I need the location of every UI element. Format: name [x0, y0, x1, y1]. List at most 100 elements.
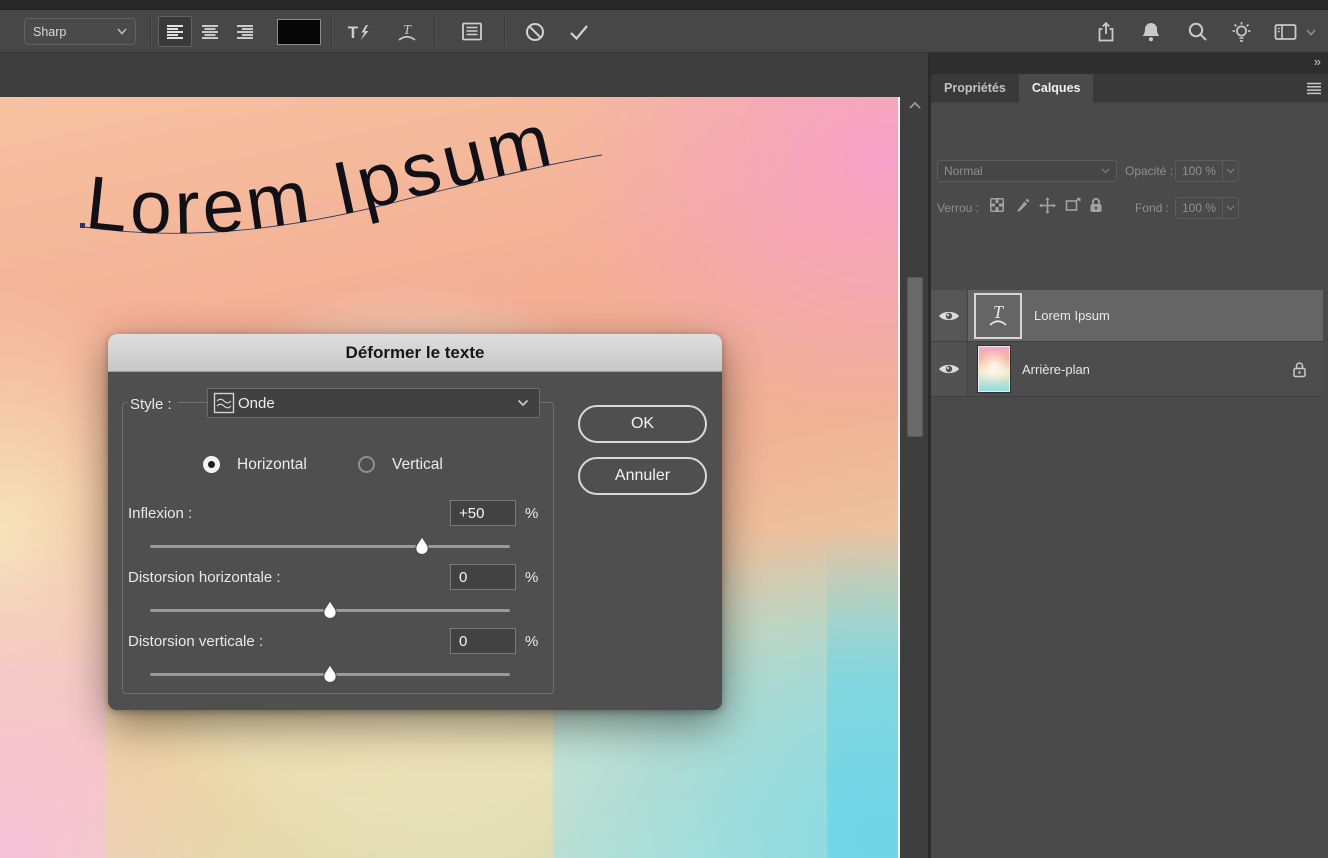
dialog-title: Déformer le texte — [108, 334, 722, 372]
svg-text:T: T — [993, 302, 1005, 322]
bend-slider-thumb[interactable] — [414, 536, 430, 555]
character-paragraph-panels-icon — [460, 21, 484, 42]
layer-name[interactable]: Lorem Ipsum — [1034, 308, 1110, 323]
wave-style-icon — [213, 392, 235, 414]
layer-visibility-cell[interactable] — [931, 290, 968, 341]
svg-text:T: T — [348, 23, 359, 42]
bend-label: Inflexion : — [128, 505, 192, 522]
warp-text-icon: T — [395, 21, 419, 43]
text-color-swatch[interactable] — [277, 19, 321, 45]
v-distortion-value-input[interactable]: 0 — [450, 628, 516, 654]
background-layer-thumbnail[interactable] — [978, 346, 1010, 392]
tool-options-bar: Sharp T T — [0, 10, 1328, 53]
lock-label: Verrou : — [937, 201, 979, 215]
warped-text-layer-icon: T — [982, 300, 1014, 332]
fill-control[interactable]: 100 % — [1175, 197, 1239, 219]
radio-horizontal-label[interactable]: Horizontal — [237, 456, 307, 474]
warp-text-button[interactable]: T — [388, 16, 426, 47]
cancel-icon — [524, 21, 546, 43]
canvas-warped-text: Lorem Ipsum — [72, 125, 617, 260]
expand-panels-icon[interactable]: » — [1314, 54, 1320, 69]
radio-vertical-label[interactable]: Vertical — [392, 456, 443, 474]
lock-position-icon[interactable] — [1039, 197, 1056, 214]
h-distortion-value-input[interactable]: 0 — [450, 564, 516, 590]
tab-calques[interactable]: Calques — [1019, 74, 1094, 103]
opacity-dropdown[interactable] — [1222, 161, 1238, 181]
window-titlebar-strip — [0, 0, 1328, 10]
v-distortion-slider[interactable] — [150, 673, 510, 676]
align-right-icon — [236, 24, 254, 39]
chevron-down-icon — [1226, 168, 1235, 174]
align-left-button[interactable] — [158, 16, 192, 47]
h-distortion-unit: % — [525, 569, 538, 586]
panel-menu-icon[interactable] — [1306, 82, 1322, 95]
style-value: Onde — [238, 395, 275, 412]
v-distortion-label: Distorsion verticale : — [128, 633, 263, 650]
toggle-panels-button[interactable] — [452, 16, 492, 47]
commit-edits-button[interactable] — [562, 16, 596, 47]
radio-vertical[interactable] — [358, 456, 375, 473]
svg-text:T: T — [403, 23, 412, 38]
chevron-down-icon[interactable] — [1306, 29, 1316, 36]
slider-thumb-icon — [322, 664, 338, 683]
lock-pixels-icon[interactable] — [1015, 197, 1031, 213]
layer-row-arriere-plan[interactable]: Arrière-plan — [931, 342, 1323, 397]
v-distortion-value: 0 — [459, 633, 467, 650]
vertical-scrollbar[interactable] — [902, 97, 928, 858]
fill-value: 100 % — [1176, 201, 1222, 215]
opacity-control[interactable]: 100 % — [1175, 160, 1239, 182]
layers-panel: Normal Opacité : 100 % Verrou : Fond : 1… — [931, 103, 1328, 858]
v-distortion-slider-thumb[interactable] — [322, 664, 338, 683]
discover-button[interactable] — [1224, 16, 1258, 47]
blend-mode-value: Normal — [944, 164, 983, 178]
text-bolt-button[interactable]: T — [340, 16, 378, 47]
warp-style-select[interactable]: Onde — [207, 388, 540, 418]
bend-unit: % — [525, 505, 538, 522]
antialias-select[interactable]: Sharp — [24, 18, 136, 45]
workspace-button[interactable] — [1266, 16, 1304, 47]
bend-value-input[interactable]: +50 — [450, 500, 516, 526]
search-button[interactable] — [1180, 16, 1214, 47]
toolbar-divider — [331, 16, 332, 47]
h-distortion-slider-thumb[interactable] — [322, 600, 338, 619]
toolbar-divider — [504, 16, 505, 47]
layer-row-lorem-ipsum[interactable]: T Lorem Ipsum — [931, 290, 1323, 342]
search-icon — [1186, 20, 1209, 43]
text-layer-thumbnail[interactable]: T — [974, 293, 1022, 339]
cancel-edits-button[interactable] — [518, 16, 552, 47]
bell-icon — [1140, 20, 1162, 43]
h-distortion-label: Distorsion horizontale : — [128, 569, 281, 586]
panel-tabs: Propriétés Calques — [931, 74, 1328, 103]
ok-button[interactable]: OK — [578, 405, 707, 443]
lock-artboard-icon[interactable] — [1064, 197, 1082, 213]
bend-slider[interactable] — [150, 545, 510, 548]
notifications-button[interactable] — [1134, 16, 1168, 47]
h-distortion-slider[interactable] — [150, 609, 510, 612]
chevron-down-icon — [1226, 205, 1235, 211]
scroll-up-icon[interactable] — [908, 101, 922, 110]
toolbar-divider — [150, 16, 151, 47]
align-center-button[interactable] — [193, 16, 227, 47]
lock-transparency-icon[interactable] — [989, 197, 1005, 213]
v-distortion-unit: % — [525, 633, 538, 650]
chevron-down-icon — [1101, 168, 1110, 174]
cancel-button[interactable]: Annuler — [578, 457, 707, 495]
radio-horizontal[interactable] — [203, 456, 220, 473]
layer-visibility-cell[interactable] — [931, 342, 968, 396]
share-button[interactable] — [1086, 16, 1126, 47]
tab-proprietes[interactable]: Propriétés — [931, 74, 1019, 103]
lightbulb-icon — [1229, 20, 1254, 44]
layer-lock-icon — [1292, 361, 1307, 378]
lock-all-icon[interactable] — [1089, 197, 1103, 213]
checkmark-icon — [567, 22, 591, 42]
eye-icon — [938, 362, 960, 376]
blend-mode-select[interactable]: Normal — [937, 160, 1117, 182]
text-bolt-icon: T — [345, 21, 373, 43]
svg-text:Lorem Ipsum: Lorem Ipsum — [82, 125, 562, 250]
slider-thumb-icon — [322, 600, 338, 619]
opacity-label: Opacité : — [1125, 164, 1173, 178]
scrollbar-thumb[interactable] — [907, 277, 923, 437]
fill-dropdown[interactable] — [1222, 198, 1238, 218]
layer-name[interactable]: Arrière-plan — [1022, 362, 1090, 377]
align-right-button[interactable] — [228, 16, 262, 47]
